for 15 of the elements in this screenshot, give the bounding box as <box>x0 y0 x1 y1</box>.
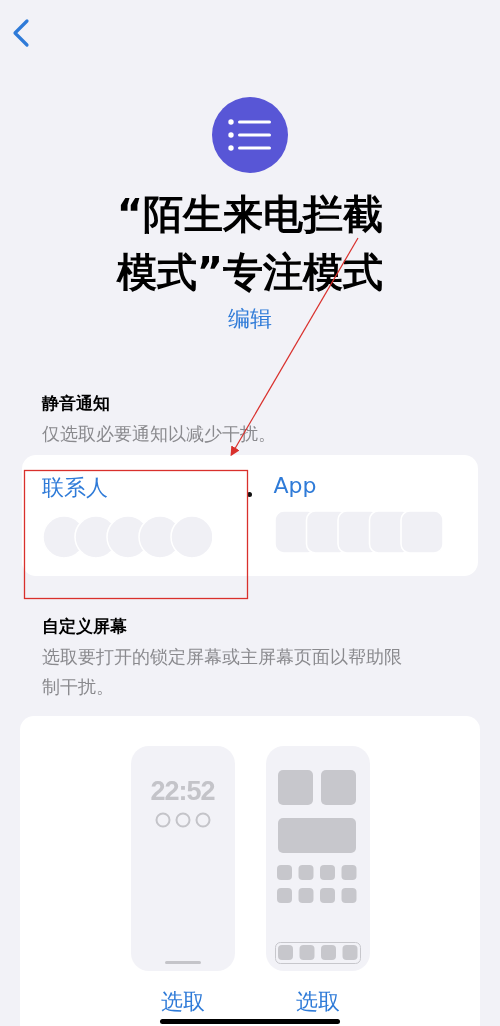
home-indicator-icon <box>164 961 201 964</box>
back-icon <box>12 18 30 48</box>
option-link[interactable]: 联系人 <box>42 473 108 503</box>
section-description: 选取要打开的锁定屏幕或主屏幕页面以帮助限制干扰。 <box>42 645 403 699</box>
list-icon <box>212 97 288 173</box>
focus-title: “陌生来电拦截 <box>116 190 384 239</box>
select-button[interactable]: 选取 <box>160 989 205 1015</box>
dots-icon <box>154 812 211 828</box>
dock-icon <box>274 942 361 964</box>
select-button[interactable]: 选取 <box>295 989 340 1015</box>
section-heading: 静音通知 <box>42 392 111 415</box>
dot-mark <box>246 492 252 497</box>
section-heading: 自定义屏幕 <box>42 615 128 638</box>
option-link[interactable]: App <box>273 473 317 498</box>
edit-link[interactable]: 编辑 <box>228 305 272 333</box>
